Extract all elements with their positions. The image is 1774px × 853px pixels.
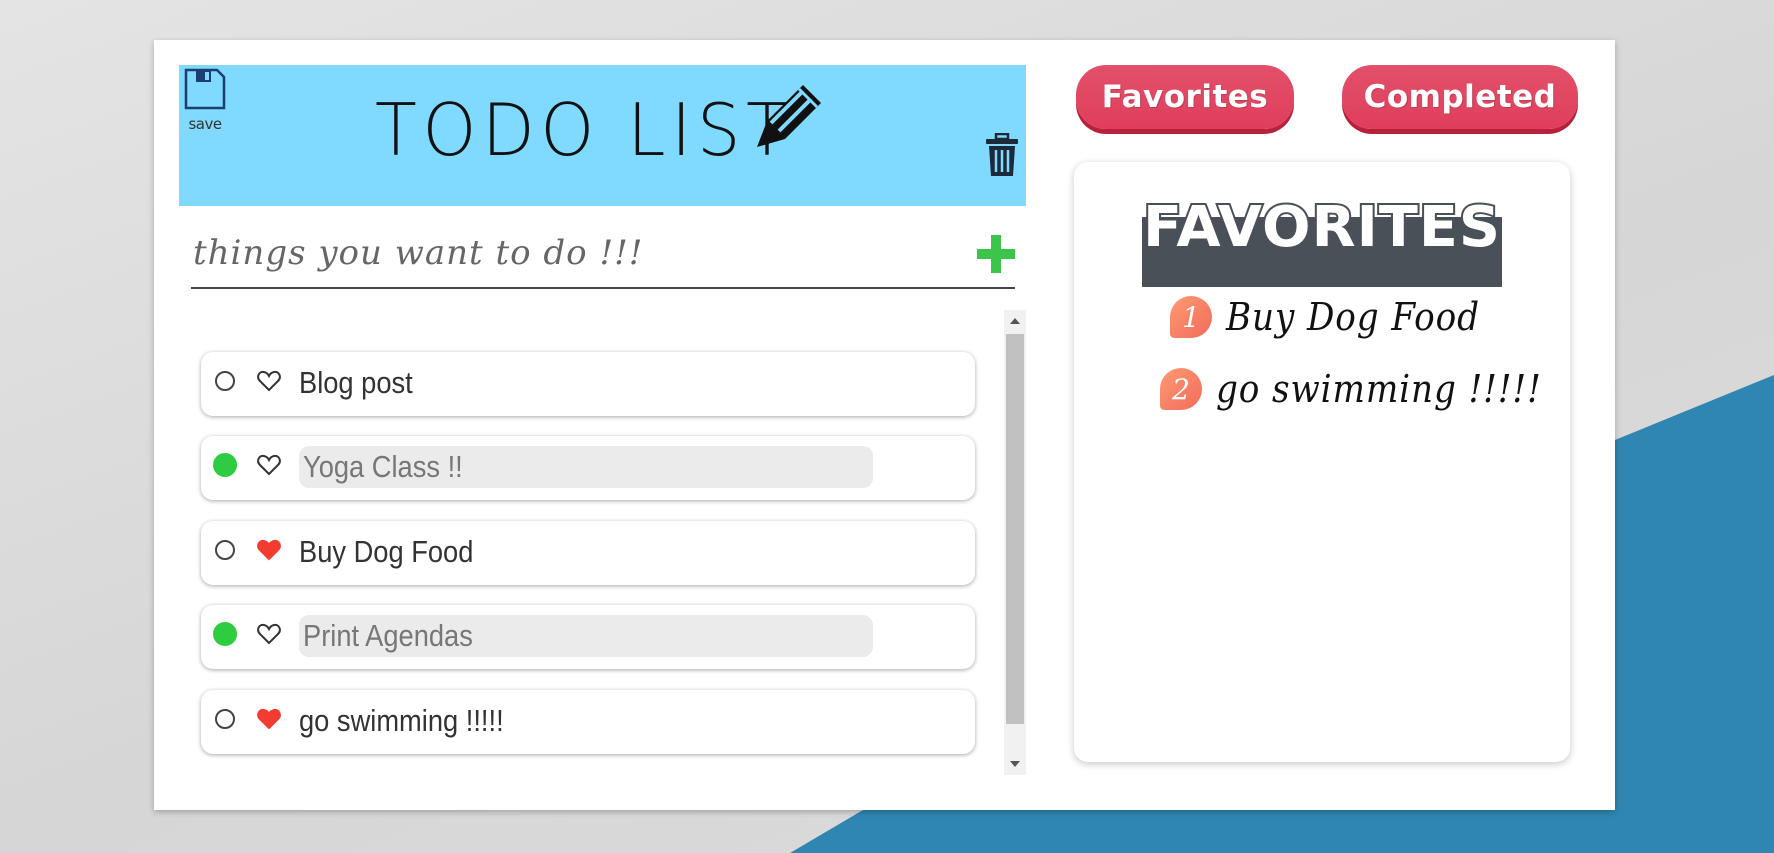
save-label: save — [188, 115, 222, 133]
trash-icon — [986, 132, 1018, 176]
list-item[interactable]: Print Agendas — [201, 605, 975, 669]
heart-icon[interactable] — [257, 623, 281, 645]
favorites-title: FAVORITES — [1142, 193, 1502, 262]
add-button[interactable] — [977, 235, 1015, 277]
delete-button[interactable] — [985, 132, 1019, 181]
complete-toggle[interactable] — [215, 371, 235, 391]
todo-text: go swimming !!!!! — [299, 703, 504, 738]
favorites-tab[interactable]: Favorites — [1076, 65, 1294, 129]
list-scrollbar[interactable] — [1004, 310, 1026, 775]
list-item[interactable]: Blog post — [201, 352, 975, 416]
plus-icon — [977, 235, 1015, 273]
arrow-up-icon — [1010, 318, 1020, 324]
scroll-up-button[interactable] — [1004, 310, 1026, 332]
list-item[interactable]: go swimming !!!!! — [201, 690, 975, 754]
heart-icon[interactable] — [257, 454, 281, 476]
scroll-thumb[interactable] — [1006, 334, 1024, 724]
todo-panel: save TODO LIST things you want to do !!!… — [179, 65, 1026, 775]
todo-text: Yoga Class !! — [303, 449, 463, 484]
page-title: TODO LIST — [375, 88, 794, 172]
heart-icon[interactable] — [257, 539, 281, 561]
complete-toggle[interactable] — [215, 709, 235, 729]
todo-text: Buy Dog Food — [299, 534, 474, 569]
todo-header: save TODO LIST — [179, 65, 1026, 206]
completed-tab[interactable]: Completed — [1342, 65, 1578, 129]
favorite-text: Buy Dog Food — [1226, 295, 1480, 339]
arrow-down-icon — [1010, 761, 1020, 767]
favorites-heading: FAVORITES — [1142, 187, 1502, 287]
list-item[interactable]: Yoga Class !! — [201, 436, 975, 500]
favorite-number: 2 — [1160, 368, 1202, 410]
todo-text-completed: Print Agendas — [299, 615, 873, 657]
todo-text: Blog post — [299, 365, 413, 400]
floppy-disk-icon — [184, 68, 226, 110]
todo-input-row — [191, 217, 1015, 289]
complete-toggle[interactable] — [213, 622, 237, 646]
favorite-text: go swimming !!!!! — [1216, 367, 1542, 411]
favorite-number: 1 — [1170, 296, 1212, 338]
pencil-icon — [757, 85, 821, 147]
todo-input[interactable] — [191, 227, 935, 279]
app-card: save TODO LIST things you want to do !!!… — [154, 40, 1615, 810]
favorite-item: 2 go swimming !!!!! — [1160, 359, 1578, 419]
list-item[interactable]: Buy Dog Food — [201, 521, 975, 585]
scroll-down-button[interactable] — [1004, 753, 1026, 775]
todo-list: Blog post Yoga Class !! Buy Dog Food Pri… — [179, 310, 1026, 775]
complete-toggle[interactable] — [215, 540, 235, 560]
todo-text-completed: Yoga Class !! — [299, 446, 873, 488]
favorites-panel: FAVORITES 1 Buy Dog Food 2 go swimming !… — [1074, 162, 1570, 762]
heart-icon[interactable] — [257, 370, 281, 392]
heart-icon[interactable] — [257, 708, 281, 730]
todo-text: Print Agendas — [303, 618, 473, 653]
complete-toggle[interactable] — [213, 453, 237, 477]
favorite-item: 1 Buy Dog Food — [1170, 287, 1508, 347]
save-button[interactable]: save — [181, 67, 229, 137]
